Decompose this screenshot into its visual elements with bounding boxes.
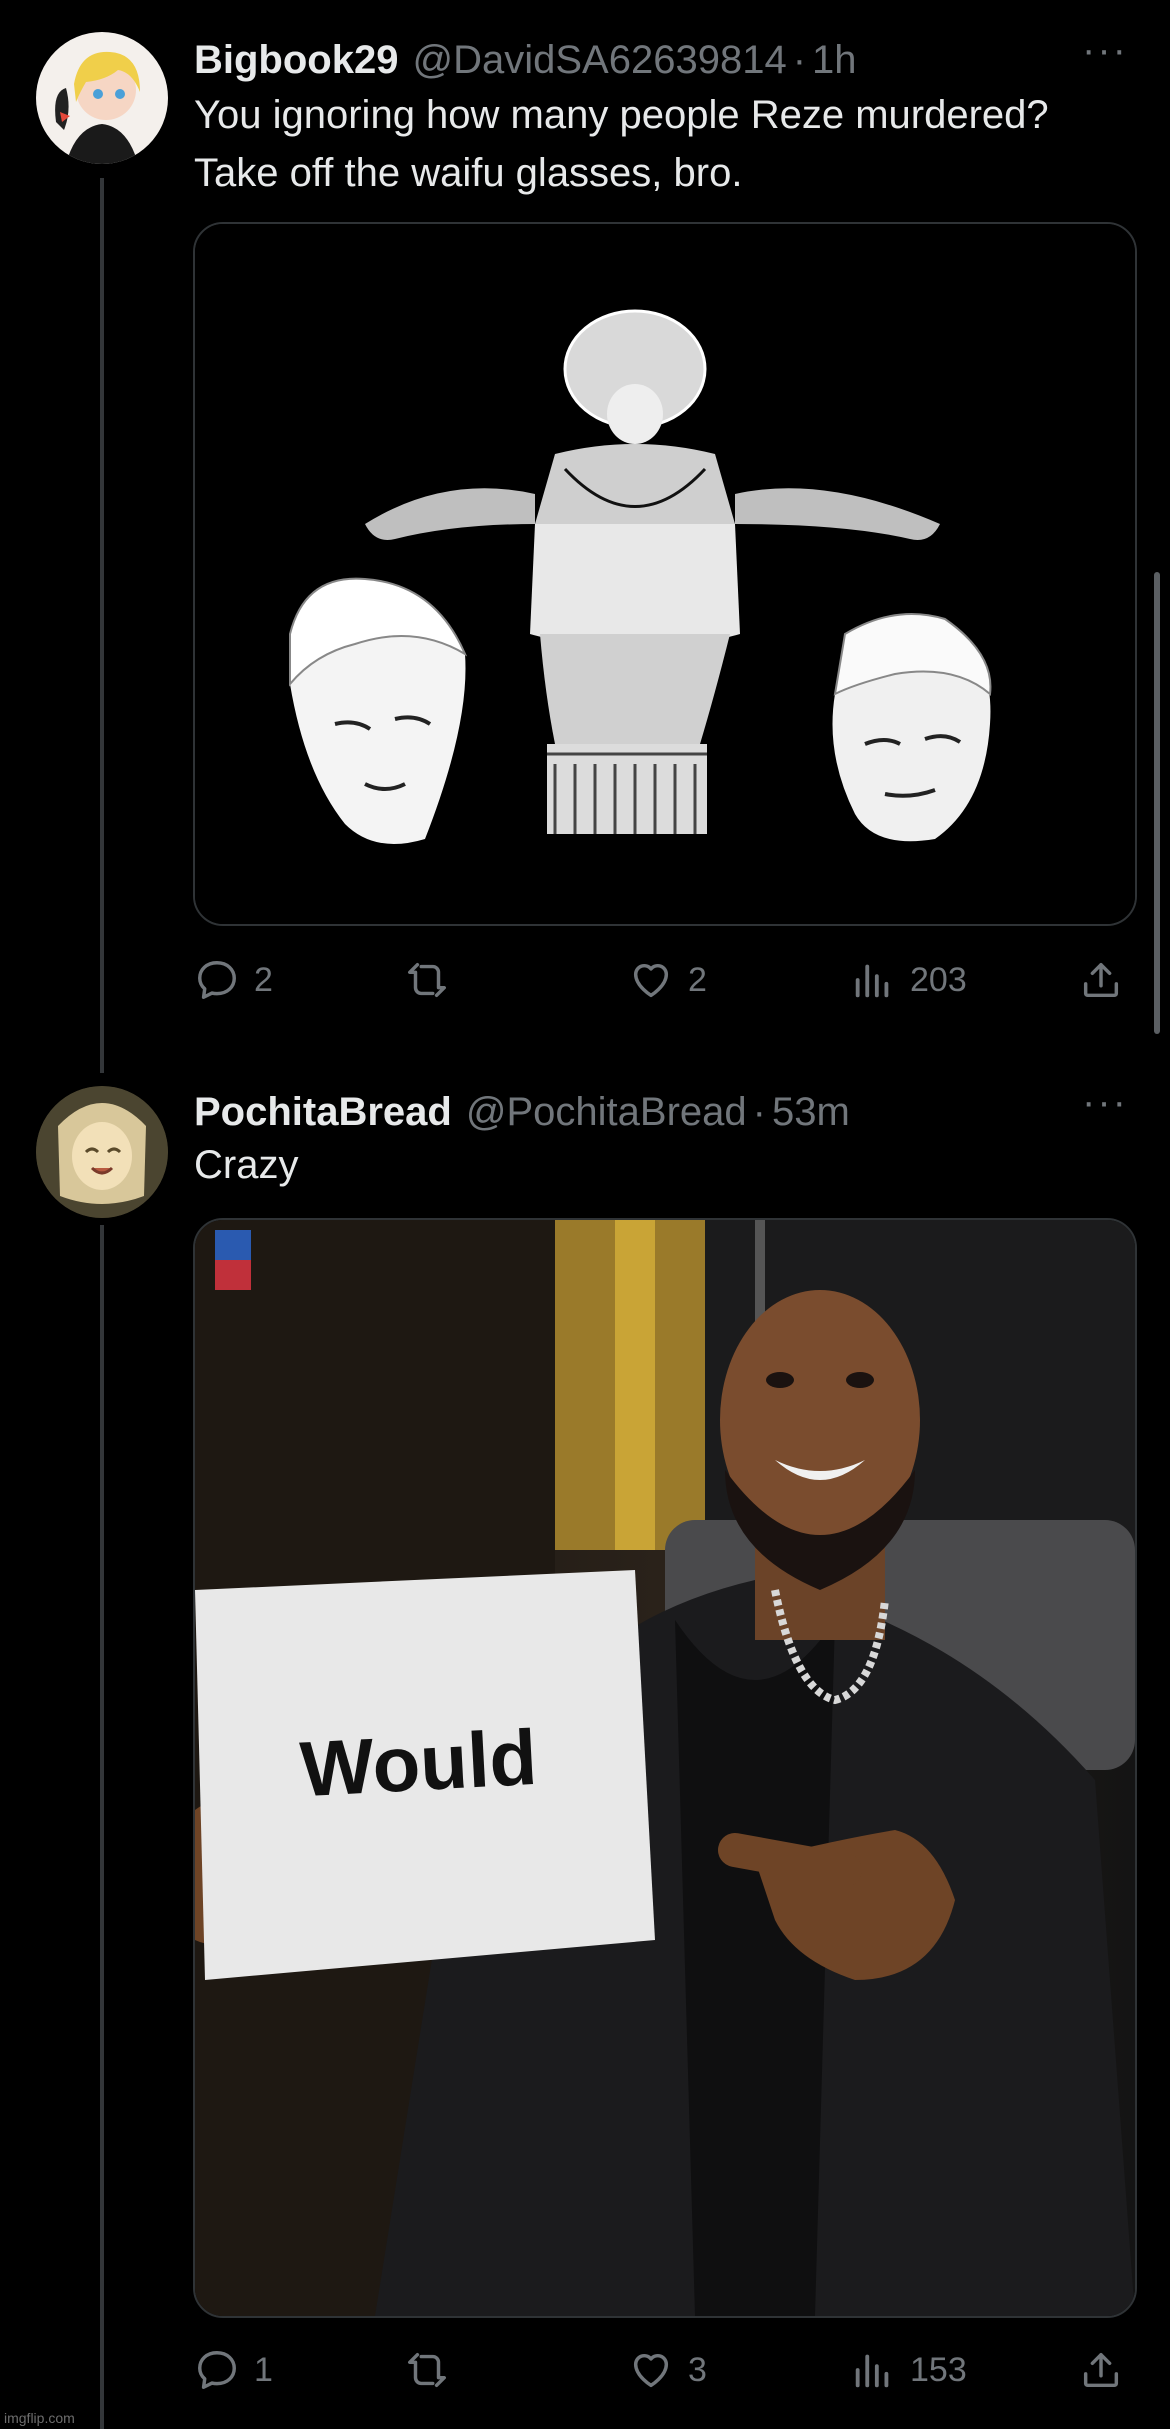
tweet-2[interactable]: PochitaBread @PochitaBread · 53m ··· Cra…	[0, 1078, 1170, 2418]
share-icon	[1083, 2352, 1119, 2388]
avatar-bigbook29[interactable]	[36, 32, 168, 164]
photo-image: Would	[195, 1220, 1135, 2316]
tweet-actions: 1 3 153	[194, 2340, 1134, 2400]
tweet-actions: 2 2 203	[194, 950, 1134, 1010]
separator-dot: ·	[792, 37, 807, 82]
sign-text: Would	[298, 1713, 539, 1813]
reply-count: 1	[254, 2350, 273, 2389]
retweet-button[interactable]	[404, 2340, 464, 2400]
views-chart-icon	[855, 964, 889, 998]
retweet-button[interactable]	[404, 950, 464, 1010]
watermark: imgflip.com	[4, 2410, 75, 2426]
display-name[interactable]: PochitaBread	[194, 1090, 452, 1135]
more-options-icon[interactable]: ···	[1082, 1082, 1128, 1122]
tweet-1[interactable]: Bigbook29 @DavidSA62639814 · 1h ··· You …	[0, 22, 1170, 1012]
like-button[interactable]: 3	[628, 2340, 707, 2400]
heart-icon	[633, 963, 669, 998]
share-button[interactable]	[1078, 950, 1138, 1010]
separator-dot: ·	[752, 1089, 766, 1134]
like-count: 3	[688, 2350, 707, 2389]
like-count: 2	[688, 960, 707, 999]
reply-button[interactable]: 1	[194, 2340, 273, 2400]
reply-icon	[198, 961, 236, 999]
like-button[interactable]: 2	[628, 950, 707, 1010]
retweet-icon	[408, 962, 446, 998]
more-options-icon[interactable]: ···	[1082, 30, 1128, 70]
display-name[interactable]: Bigbook29	[194, 38, 398, 83]
retweet-icon	[408, 2352, 446, 2388]
views-count: 153	[910, 2350, 967, 2389]
views-count: 203	[910, 960, 967, 999]
views-button[interactable]: 153	[850, 2340, 967, 2400]
timestamp[interactable]: 53m	[772, 1090, 850, 1135]
views-button[interactable]: 203	[850, 950, 967, 1010]
views-chart-icon	[855, 2354, 889, 2388]
tweet-text: You ignoring how many people Reze murder…	[194, 93, 1049, 195]
reply-button[interactable]: 2	[194, 950, 273, 1010]
heart-icon	[633, 2353, 669, 2388]
tweet-header: PochitaBread @PochitaBread · 53m	[194, 1082, 850, 1142]
share-button[interactable]	[1078, 2340, 1138, 2400]
manga-panel-image	[195, 224, 1135, 924]
tweet-header: Bigbook29 @DavidSA62639814 · 1h	[194, 30, 857, 90]
avatar-pochitabread[interactable]	[36, 1086, 168, 1218]
timestamp[interactable]: 1h	[812, 38, 857, 83]
tweet-media-image[interactable]	[193, 222, 1137, 926]
user-handle[interactable]: @DavidSA62639814	[412, 38, 786, 83]
user-handle[interactable]: @PochitaBread	[466, 1090, 747, 1135]
reply-count: 2	[254, 960, 273, 999]
tweet-text: Crazy	[194, 1143, 299, 1187]
reply-icon	[198, 2351, 236, 2389]
tweet-media-image[interactable]: Would	[193, 1218, 1137, 2318]
share-icon	[1083, 962, 1119, 998]
